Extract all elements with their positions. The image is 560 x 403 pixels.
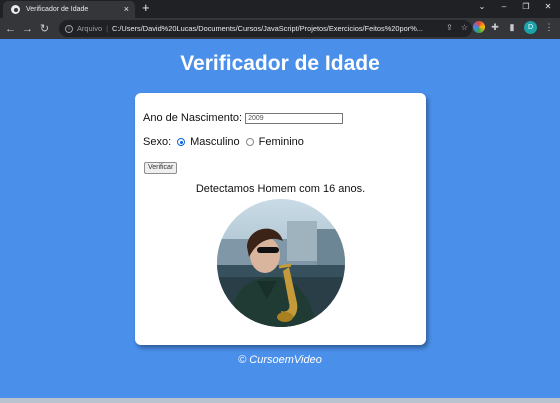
info-icon[interactable]: i [65,24,73,33]
tab-close-icon[interactable]: × [124,4,129,14]
address-scheme: Arquivo [77,24,103,33]
minimize-icon[interactable]: – [498,2,510,11]
address-url: C:/Users/David%20Lucas/Documents/Cursos/… [111,24,423,33]
share-icon[interactable]: ⇪ [446,23,453,32]
reload-icon[interactable]: ↻ [36,22,53,35]
taskbar [0,398,560,403]
side-panel-icon[interactable]: ▮ [506,21,518,33]
address-bar[interactable]: i Arquivo | C:/Users/David%20Lucas/Docum… [59,20,472,37]
browser-tab-bar: Verificador de Idade × + ⌄ – ❐ ✕ [0,0,560,18]
extension-color-icon[interactable] [473,21,485,33]
forward-arrow-icon[interactable]: → [19,23,36,35]
page-title: Verificador de Idade [180,52,380,75]
form-card: Ano de Nascimento: Sexo: Masculino Femin… [135,93,426,345]
close-window-icon[interactable]: ✕ [542,2,554,11]
menu-kebab-icon[interactable]: ⋮ [543,21,555,33]
browser-tab[interactable]: Verificador de Idade × [3,1,135,18]
radio-feminino[interactable] [245,138,254,146]
sex-label: Sexo: [143,136,172,148]
extensions-puzzle-icon[interactable]: ✚ [489,21,501,33]
radio-masculino-label[interactable]: Masculino [190,136,240,148]
address-bar-icons: ⇪ ☆ [446,23,468,32]
sex-row: Sexo: Masculino Feminino [143,136,304,148]
birth-year-row: Ano de Nascimento: [143,112,344,124]
restore-icon[interactable]: ❐ [520,2,532,11]
tab-title: Verificador de Idade [26,6,89,13]
new-tab-button[interactable]: + [142,1,150,15]
window-controls: ⌄ – ❐ ✕ [476,2,554,11]
birth-year-input[interactable] [245,112,344,124]
result-photo [217,199,345,327]
bookmark-star-icon[interactable]: ☆ [461,23,468,32]
birth-year-label: Ano de Nascimento: [143,112,243,124]
tab-search-icon[interactable]: ⌄ [476,2,488,11]
footer-credit: © CursoemVideo [238,354,322,366]
radio-feminino-label[interactable]: Feminino [259,136,304,148]
saxophone-player-image [217,199,345,327]
profile-avatar[interactable]: D [524,21,537,34]
result-text: Detectamos Homem com 16 anos. [195,183,366,195]
globe-icon [11,5,20,14]
verify-button[interactable]: Verificar [144,162,178,174]
radio-masculino[interactable] [177,138,186,146]
back-arrow-icon[interactable]: ← [2,23,19,35]
address-separator: | [106,24,108,33]
